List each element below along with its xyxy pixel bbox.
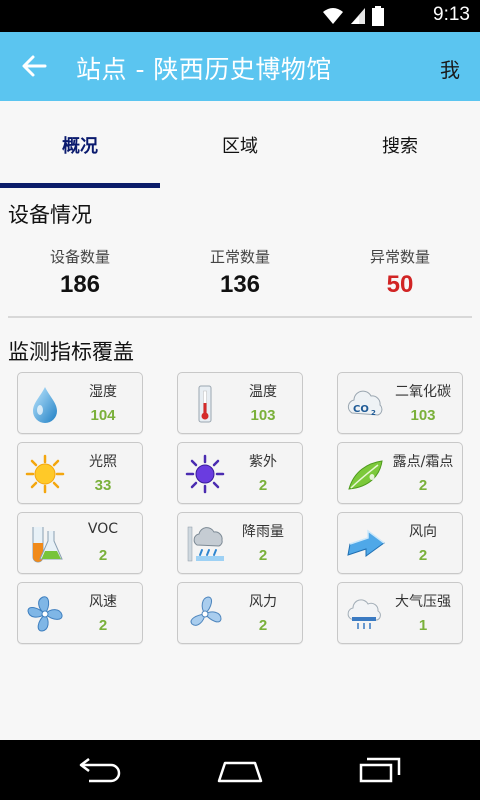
metric-value: 104: [90, 407, 116, 424]
page-title: 站点 - 陕西历史博物馆: [76, 55, 332, 84]
uv-sun-icon: [185, 454, 225, 494]
metric-card-voc[interactable]: VOC 2: [17, 512, 143, 574]
stat-label: 设备数量: [49, 248, 110, 266]
metric-value: 2: [98, 617, 108, 634]
metric-label: 风向: [409, 524, 437, 540]
metric-value: 2: [258, 547, 268, 564]
stat-label: 异常数量: [369, 248, 430, 266]
section-divider: [8, 316, 472, 318]
tab-search[interactable]: 搜索: [320, 101, 480, 188]
metric-value: 2: [418, 477, 428, 494]
rain-cloud-icon: [187, 526, 224, 562]
wind-arrow-icon: [347, 529, 385, 557]
status-bar: 9:13: [0, 0, 480, 32]
metric-value: 103: [410, 407, 436, 424]
tab-area[interactable]: 区域: [160, 101, 320, 188]
metric-card-wind-speed[interactable]: 风速 2: [17, 582, 143, 644]
stat-value: 186: [59, 271, 101, 298]
stat-value: 50: [386, 271, 414, 298]
metric-value: 2: [418, 547, 428, 564]
navigation-bar: [0, 740, 480, 800]
svg-text:CO: CO: [353, 404, 369, 415]
recents-nav-icon[interactable]: [355, 755, 405, 785]
sun-icon: [25, 454, 65, 494]
metric-label: 温度: [249, 384, 277, 400]
metric-label: 湿度: [89, 384, 117, 400]
leaf-drop-icon: [348, 460, 383, 490]
metric-card-wind-direction[interactable]: 风向 2: [337, 512, 463, 574]
stat-value: 136: [219, 271, 261, 298]
metric-card-humidity[interactable]: 湿度 104: [17, 372, 143, 434]
thermometer-icon: [198, 385, 212, 423]
metric-label: 降雨量: [242, 524, 284, 540]
metric-label: 风速: [89, 594, 117, 610]
metric-label: VOC: [87, 521, 119, 537]
stat-abnormal: 异常数量 50: [320, 246, 480, 299]
home-nav-icon[interactable]: [215, 755, 265, 785]
pressure-cloud-icon: [347, 599, 381, 629]
battery-icon: [372, 6, 384, 26]
metric-label: 光照: [89, 454, 117, 470]
back-nav-icon[interactable]: [75, 755, 125, 785]
metric-label: 露点/霜点: [392, 454, 454, 470]
stat-normal: 正常数量 136: [160, 246, 320, 299]
stat-total: 设备数量 186: [0, 246, 160, 299]
metric-value: 1: [418, 617, 428, 634]
wifi-icon: [323, 8, 343, 24]
coverage-section-title: 监测指标覆盖: [8, 340, 134, 364]
metric-card-pressure[interactable]: 大气压强 1: [337, 582, 463, 644]
tab-bar: 概况 区域 搜索: [0, 101, 480, 188]
metric-card-uv[interactable]: 紫外 2: [177, 442, 303, 504]
metric-value: 2: [258, 477, 268, 494]
fan-icon: [190, 596, 222, 626]
metric-card-light[interactable]: 光照 33: [17, 442, 143, 504]
metric-value: 33: [94, 477, 112, 494]
metric-card-temperature[interactable]: 温度 103: [177, 372, 303, 434]
device-section-title: 设备情况: [8, 203, 92, 227]
back-arrow-icon[interactable]: [20, 52, 48, 80]
me-button[interactable]: 我: [440, 54, 460, 83]
co2-cloud-icon: CO 2: [347, 390, 383, 417]
metric-label: 大气压强: [395, 594, 451, 610]
metric-value: 2: [258, 617, 268, 634]
stat-label: 正常数量: [209, 248, 270, 266]
metric-label: 紫外: [249, 454, 277, 470]
tab-indicator: [0, 183, 160, 188]
metric-value: 103: [250, 407, 276, 424]
fan-icon: [27, 596, 63, 632]
flask-icon: [32, 527, 63, 563]
metric-card-co2[interactable]: CO 2 二氧化碳 103: [337, 372, 463, 434]
metric-label: 二氧化碳: [395, 384, 451, 400]
main-content: 概况 区域 搜索 设备情况 设备数量 186 正常数量 136 异常数量 50 …: [0, 101, 480, 740]
signal-icon: [351, 8, 365, 24]
metric-card-rainfall[interactable]: 降雨量 2: [177, 512, 303, 574]
svg-text:2: 2: [371, 409, 376, 417]
metric-value: 2: [98, 547, 108, 564]
metric-label: 风力: [249, 594, 277, 610]
status-icons: [322, 6, 384, 26]
water-drop-icon: [33, 387, 57, 423]
metric-card-wind-force[interactable]: 风力 2: [177, 582, 303, 644]
tab-overview[interactable]: 概况: [0, 101, 160, 188]
clock: 9:13: [433, 4, 470, 25]
app-bar: 站点 - 陕西历史博物馆 我: [0, 32, 480, 101]
metric-card-dewpoint[interactable]: 露点/霜点 2: [337, 442, 463, 504]
